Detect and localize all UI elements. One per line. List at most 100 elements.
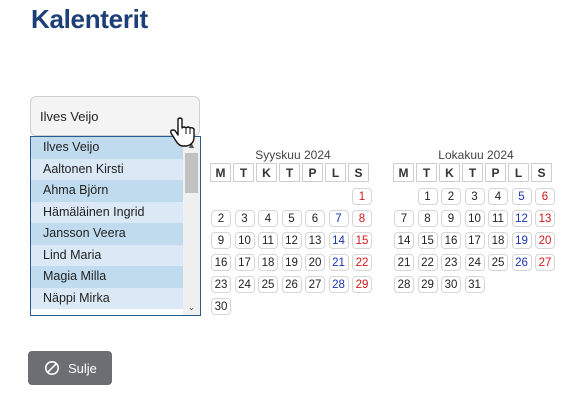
calendar-day[interactable]: 21	[328, 254, 349, 271]
calendar-day[interactable]: 15	[417, 232, 438, 249]
calendar-day[interactable]: 8	[352, 210, 372, 227]
calendar-day[interactable]: 28	[328, 276, 349, 293]
calendar-day[interactable]: 4	[258, 210, 278, 227]
calendar-day[interactable]: 15	[352, 232, 372, 249]
calendar-day[interactable]: 27	[305, 276, 325, 293]
calendar-day[interactable]: 11	[258, 232, 278, 249]
hand-cursor-icon	[170, 117, 195, 147]
dropdown-option[interactable]: Aaltonen Kirsti	[31, 158, 183, 180]
weekday-label: T	[279, 163, 300, 182]
calendar-day[interactable]: 14	[394, 232, 414, 249]
calendar-day[interactable]: 5	[281, 210, 302, 227]
calendar-day[interactable]: 25	[258, 276, 278, 293]
calendar-day[interactable]: 18	[488, 232, 508, 249]
dropdown-option[interactable]: Ilves Veijo	[31, 137, 183, 159]
person-dropdown-list[interactable]: Ilves Veijo Aaltonen Kirsti Ahma Björn Hämä…	[30, 136, 201, 316]
dropdown-scrollbar[interactable]: ▲ ⌄	[183, 137, 200, 315]
calendar-day[interactable]: 11	[488, 210, 508, 227]
scroll-down-icon[interactable]: ⌄	[186, 301, 197, 313]
calendar-day[interactable]: 10	[234, 232, 255, 249]
calendar-day[interactable]: 7	[328, 210, 349, 227]
calendar-day[interactable]: 9	[211, 232, 231, 249]
calendar-day[interactable]: 24	[464, 254, 485, 271]
weekday-label: P	[302, 163, 323, 182]
calendar-day[interactable]: 10	[464, 210, 485, 227]
weekday-label: T	[462, 163, 483, 182]
close-button-label: Sulje	[68, 361, 97, 376]
calendar-day[interactable]: 22	[417, 254, 438, 271]
dropdown-option[interactable]: Magia Milla	[31, 266, 183, 288]
calendar-day[interactable]: 20	[305, 254, 325, 271]
calendar-day[interactable]: 28	[394, 276, 414, 293]
calendar-day[interactable]: 25	[488, 254, 508, 271]
calendar-day[interactable]: 6	[305, 210, 325, 227]
prohibit-icon	[45, 361, 59, 375]
calendar-day[interactable]: 26	[511, 254, 532, 271]
calendar-day[interactable]: 8	[417, 210, 438, 227]
weekday-label: S	[348, 163, 369, 182]
day-grid: 1 2 3 4 5 6 7 8 9 10 11 12 13 14 15 16 17 18 19 20 21 22 23 24 2…	[393, 188, 559, 318]
dropdown-option[interactable]: Näppi Mirka	[31, 287, 183, 309]
weekday-label: S	[531, 163, 552, 182]
weekday-label: K	[439, 163, 460, 182]
calendar-day[interactable]: 26	[281, 276, 302, 293]
weekday-label: M	[210, 163, 231, 182]
calendar-day[interactable]: 3	[234, 210, 255, 227]
person-select-value: Ilves Veijo	[40, 109, 99, 124]
calendar-day[interactable]: 13	[305, 232, 325, 249]
weekday-label: P	[485, 163, 506, 182]
calendar-day[interactable]: 30	[211, 298, 231, 315]
dropdown-option[interactable]: Jansson Veera	[31, 223, 183, 245]
calendar-day[interactable]: 12	[281, 232, 302, 249]
calendar-day[interactable]: 22	[352, 254, 372, 271]
calendar-day[interactable]: 18	[258, 254, 278, 271]
calendar-day[interactable]: 29	[352, 276, 372, 293]
calendar-day[interactable]: 1	[352, 188, 372, 205]
weekday-label: L	[325, 163, 346, 182]
dropdown-option[interactable]: Lind Maria	[31, 244, 183, 266]
calendar-day[interactable]: 4	[488, 188, 508, 205]
close-button[interactable]: Sulje	[28, 351, 112, 385]
calendar-day[interactable]: 14	[328, 232, 349, 249]
weekday-label: T	[416, 163, 437, 182]
calendar-month-october: Lokakuu 2024 M T K T P L S 1 2 3 4 5 6 7 8 9 10 11…	[393, 147, 559, 318]
calendar-day[interactable]: 27	[535, 254, 555, 271]
calendar-month-september: Syyskuu 2024 M T K T P L S 1 2 3 4 5 6 7 8 9 10 11…	[210, 147, 376, 318]
calendar-day[interactable]: 19	[281, 254, 302, 271]
calendar-day[interactable]: 31	[464, 276, 485, 293]
calendar-day[interactable]: 13	[535, 210, 555, 227]
calendar-day[interactable]: 24	[234, 276, 255, 293]
calendar-day[interactable]: 2	[441, 188, 461, 205]
calendar-day[interactable]: 1	[417, 188, 438, 205]
scrollbar-thumb[interactable]	[185, 153, 198, 193]
calendar-day[interactable]: 19	[511, 232, 532, 249]
dropdown-option[interactable]: Hämäläinen Ingrid	[31, 201, 183, 223]
weekday-label: K	[256, 163, 277, 182]
month-title: Syyskuu 2024	[255, 148, 331, 162]
calendar-day[interactable]: 16	[441, 232, 461, 249]
calendar-day[interactable]: 6	[535, 188, 555, 205]
calendar-day[interactable]: 30	[441, 276, 461, 293]
calendar-day[interactable]: 16	[211, 254, 231, 271]
calendar-day[interactable]: 23	[211, 276, 231, 293]
weekday-label: L	[508, 163, 529, 182]
calendar-day[interactable]: 9	[441, 210, 461, 227]
calendar-day[interactable]: 5	[511, 188, 532, 205]
page-title: Kalenterit	[31, 4, 148, 34]
calendar-day[interactable]: 17	[234, 254, 255, 271]
weekday-header: M T K T P L S	[210, 163, 376, 182]
calendar-day[interactable]: 21	[394, 254, 414, 271]
month-title: Lokakuu 2024	[438, 148, 514, 162]
weekday-label: M	[393, 163, 414, 182]
calendar-day[interactable]: 17	[464, 232, 485, 249]
calendar-day[interactable]: 2	[211, 210, 231, 227]
calendar-day[interactable]: 7	[394, 210, 414, 227]
dropdown-option[interactable]: Ahma Björn	[31, 180, 183, 202]
calendar-day[interactable]: 29	[417, 276, 438, 293]
day-grid: 1 2 3 4 5 6 7 8 9 10 11 12 13 14 15 16 17 18 19 20 21 22 23 24 2…	[210, 188, 376, 318]
weekday-label: T	[233, 163, 254, 182]
calendar-day[interactable]: 23	[441, 254, 461, 271]
calendar-day[interactable]: 20	[535, 232, 555, 249]
calendar-day[interactable]: 12	[511, 210, 532, 227]
calendar-day[interactable]: 3	[464, 188, 485, 205]
